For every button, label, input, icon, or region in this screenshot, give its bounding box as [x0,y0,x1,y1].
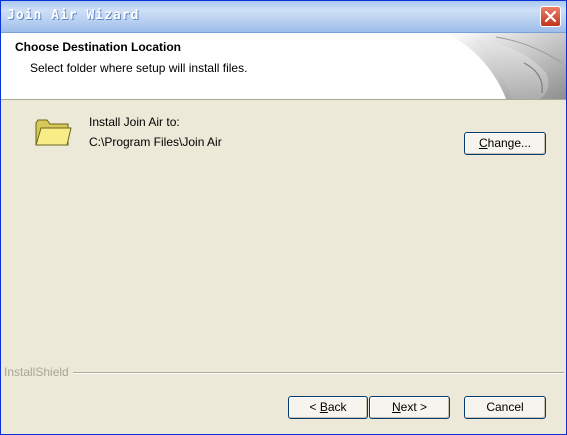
wizard-window: Join Air Wizard Choose Destination Locat… [0,0,567,435]
next-label: ext > [400,400,428,414]
footer-divider [73,372,564,374]
window-title: Join Air Wizard [7,8,140,23]
install-location-label: Install Join Air to: [89,115,180,129]
change-accel: C [478,136,488,150]
change-button[interactable]: Change... [464,132,546,155]
next-accel: N [391,400,401,414]
close-icon [545,11,556,22]
wizard-header: Choose Destination Location Select folde… [1,33,566,100]
next-button[interactable]: Next > [369,396,450,419]
cancel-button[interactable]: Cancel [464,396,546,419]
folder-icon [35,119,72,146]
page-subtitle: Select folder where setup will install f… [30,61,248,75]
back-accel: B [319,400,328,414]
title-bar[interactable]: Join Air Wizard [1,1,566,33]
page-curl-graphic [446,33,566,99]
change-label: hange... [487,136,532,150]
back-prefix: < [309,400,320,414]
installshield-brand: InstallShield [4,365,69,379]
back-label: ack [327,400,347,414]
close-button[interactable] [540,6,561,27]
install-path-value: C:\Program Files\Join Air [89,135,222,149]
page-title: Choose Destination Location [15,40,182,54]
back-button[interactable]: < Back [288,396,368,419]
